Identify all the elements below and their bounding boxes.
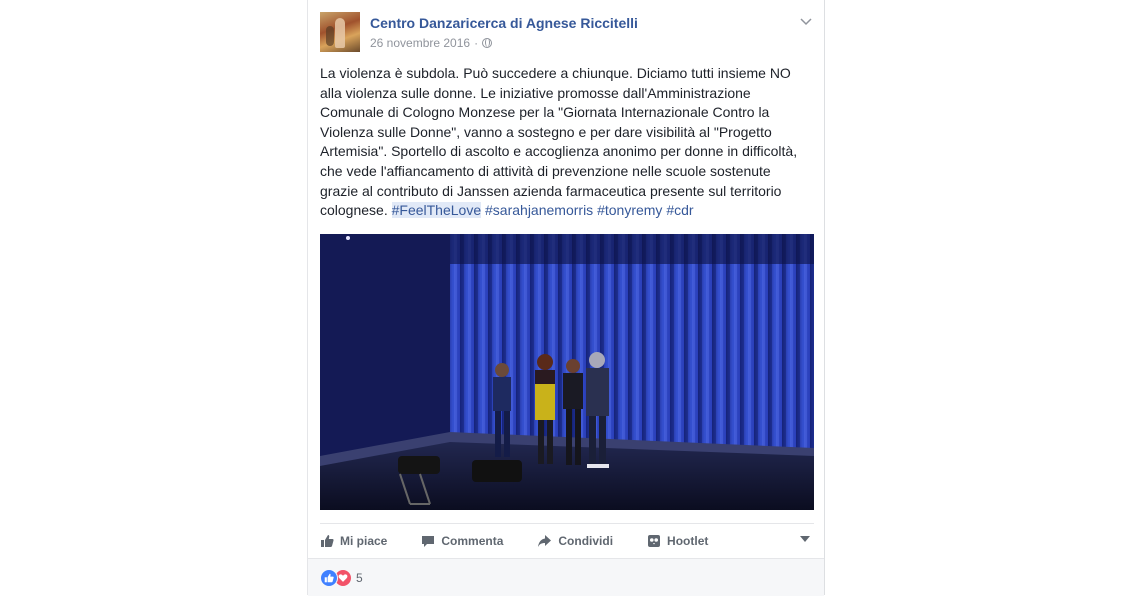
- page-avatar[interactable]: [320, 12, 360, 52]
- post-meta: 26 novembre 2016 ·: [370, 36, 493, 50]
- page-name-link[interactable]: Centro Danzaricerca di Agnese Riccitelli: [370, 15, 638, 31]
- post-text: La violenza è subdola. Può succedere a c…: [320, 64, 812, 221]
- reaction-count: 5: [356, 571, 363, 585]
- hashtag-link[interactable]: #sarahjanemorris: [485, 202, 593, 218]
- owl-icon: [648, 535, 661, 547]
- comment-label: Commenta: [441, 534, 504, 548]
- like-reaction-icon: [320, 569, 338, 587]
- hootlet-label: Hootlet: [667, 534, 709, 548]
- comment-button[interactable]: Commenta: [421, 524, 503, 558]
- hashtag-link[interactable]: #cdr: [666, 202, 693, 218]
- meta-separator: ·: [474, 36, 479, 50]
- reactions-footer: 5: [308, 558, 824, 596]
- like-button[interactable]: Mi piace: [320, 524, 387, 558]
- post-card: Centro Danzaricerca di Agnese Riccitelli…: [307, 0, 825, 596]
- reactions-summary[interactable]: 5: [320, 569, 363, 587]
- hootlet-button[interactable]: Hootlet: [647, 524, 708, 558]
- share-label: Condividi: [558, 534, 614, 548]
- post-date[interactable]: 26 novembre 2016: [370, 36, 470, 50]
- post-actions-bar: Mi piace Commenta Condividi Hootlet: [320, 523, 814, 558]
- post-photo[interactable]: [320, 234, 814, 510]
- caret-down-icon[interactable]: [800, 536, 810, 542]
- share-arrow-icon: [538, 535, 552, 547]
- globe-icon[interactable]: [482, 38, 493, 48]
- hashtag-link[interactable]: #tonyremy: [597, 202, 662, 218]
- thumbs-up-icon: [321, 535, 334, 547]
- post-body: La violenza è subdola. Può succedere a c…: [320, 65, 798, 219]
- hashtag-link[interactable]: #FeelTheLove: [391, 202, 482, 219]
- chevron-down-icon[interactable]: [798, 13, 814, 29]
- share-button[interactable]: Condividi: [537, 524, 613, 558]
- comment-icon: [422, 536, 435, 547]
- stage-photo: [320, 234, 814, 510]
- like-label: Mi piace: [340, 534, 388, 548]
